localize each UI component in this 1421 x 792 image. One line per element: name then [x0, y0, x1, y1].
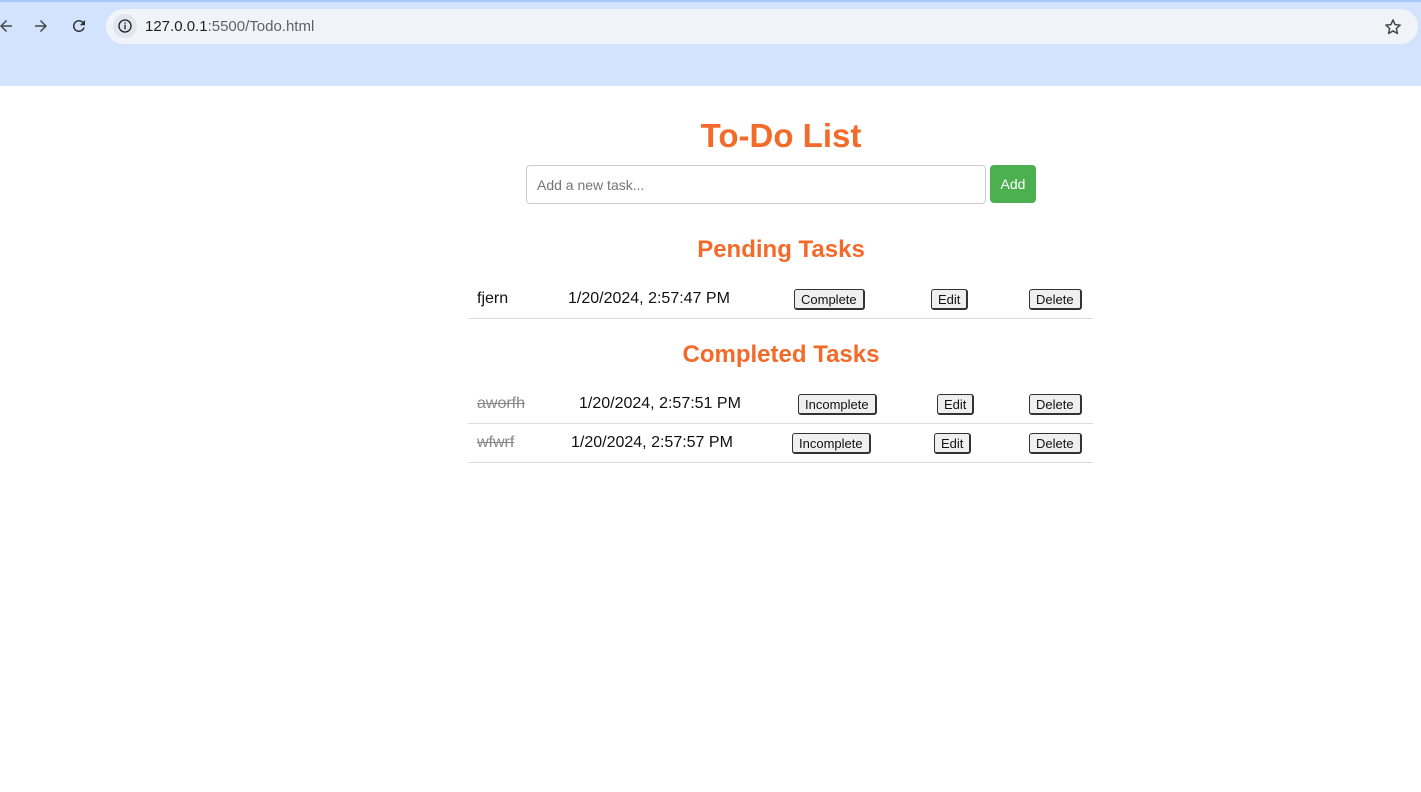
add-button[interactable]: Add [990, 165, 1036, 203]
page-content: To-Do List Add Pending Tasks fjern 1/20/… [0, 86, 1421, 792]
task-row: wfwrf 1/20/2024, 2:57:57 PM Incomplete E… [468, 424, 1093, 463]
incomplete-button[interactable]: Incomplete [798, 394, 877, 415]
url-host: 127.0.0.1 [145, 18, 208, 35]
tab-strip-edge [0, 0, 1421, 2]
task-row: fjern 1/20/2024, 2:57:47 PM Complete Edi… [468, 280, 1093, 319]
task-timestamp: 1/20/2024, 2:57:51 PM [579, 395, 741, 412]
task-row: aworfh 1/20/2024, 2:57:51 PM Incomplete … [468, 385, 1093, 424]
edit-button[interactable]: Edit [934, 433, 972, 454]
page-title: To-Do List [700, 117, 862, 154]
url-text: 127.0.0.1:5500/Todo.html [145, 18, 314, 35]
delete-button[interactable]: Delete [1029, 289, 1082, 310]
incomplete-button[interactable]: Incomplete [792, 433, 871, 454]
info-icon[interactable] [113, 14, 137, 38]
task-timestamp: 1/20/2024, 2:57:57 PM [571, 434, 733, 451]
task-name: aworfh [477, 395, 526, 412]
url-path: :5500/Todo.html [207, 18, 315, 35]
pending-heading: Pending Tasks [697, 236, 865, 263]
forward-arrow-icon[interactable] [29, 14, 53, 38]
back-arrow-icon[interactable] [0, 14, 18, 38]
edit-button[interactable]: Edit [931, 289, 969, 310]
star-icon[interactable] [1382, 16, 1404, 38]
completed-task-list: aworfh 1/20/2024, 2:57:51 PM Incomplete … [468, 385, 1093, 463]
task-name: wfwrf [477, 434, 515, 451]
delete-button[interactable]: Delete [1029, 394, 1082, 415]
browser-toolbar: 127.0.0.1:5500/Todo.html [0, 0, 1421, 86]
task-input[interactable] [526, 165, 986, 204]
address-bar[interactable]: 127.0.0.1:5500/Todo.html [106, 9, 1418, 44]
add-task-form: Add [526, 165, 1046, 205]
reload-icon[interactable] [67, 14, 91, 38]
pending-task-list: fjern 1/20/2024, 2:57:47 PM Complete Edi… [468, 280, 1093, 319]
completed-heading: Completed Tasks [682, 341, 880, 368]
task-name: fjern [477, 290, 509, 307]
task-timestamp: 1/20/2024, 2:57:47 PM [568, 290, 730, 307]
delete-button[interactable]: Delete [1029, 433, 1082, 454]
complete-button[interactable]: Complete [794, 289, 865, 310]
edit-button[interactable]: Edit [937, 394, 975, 415]
